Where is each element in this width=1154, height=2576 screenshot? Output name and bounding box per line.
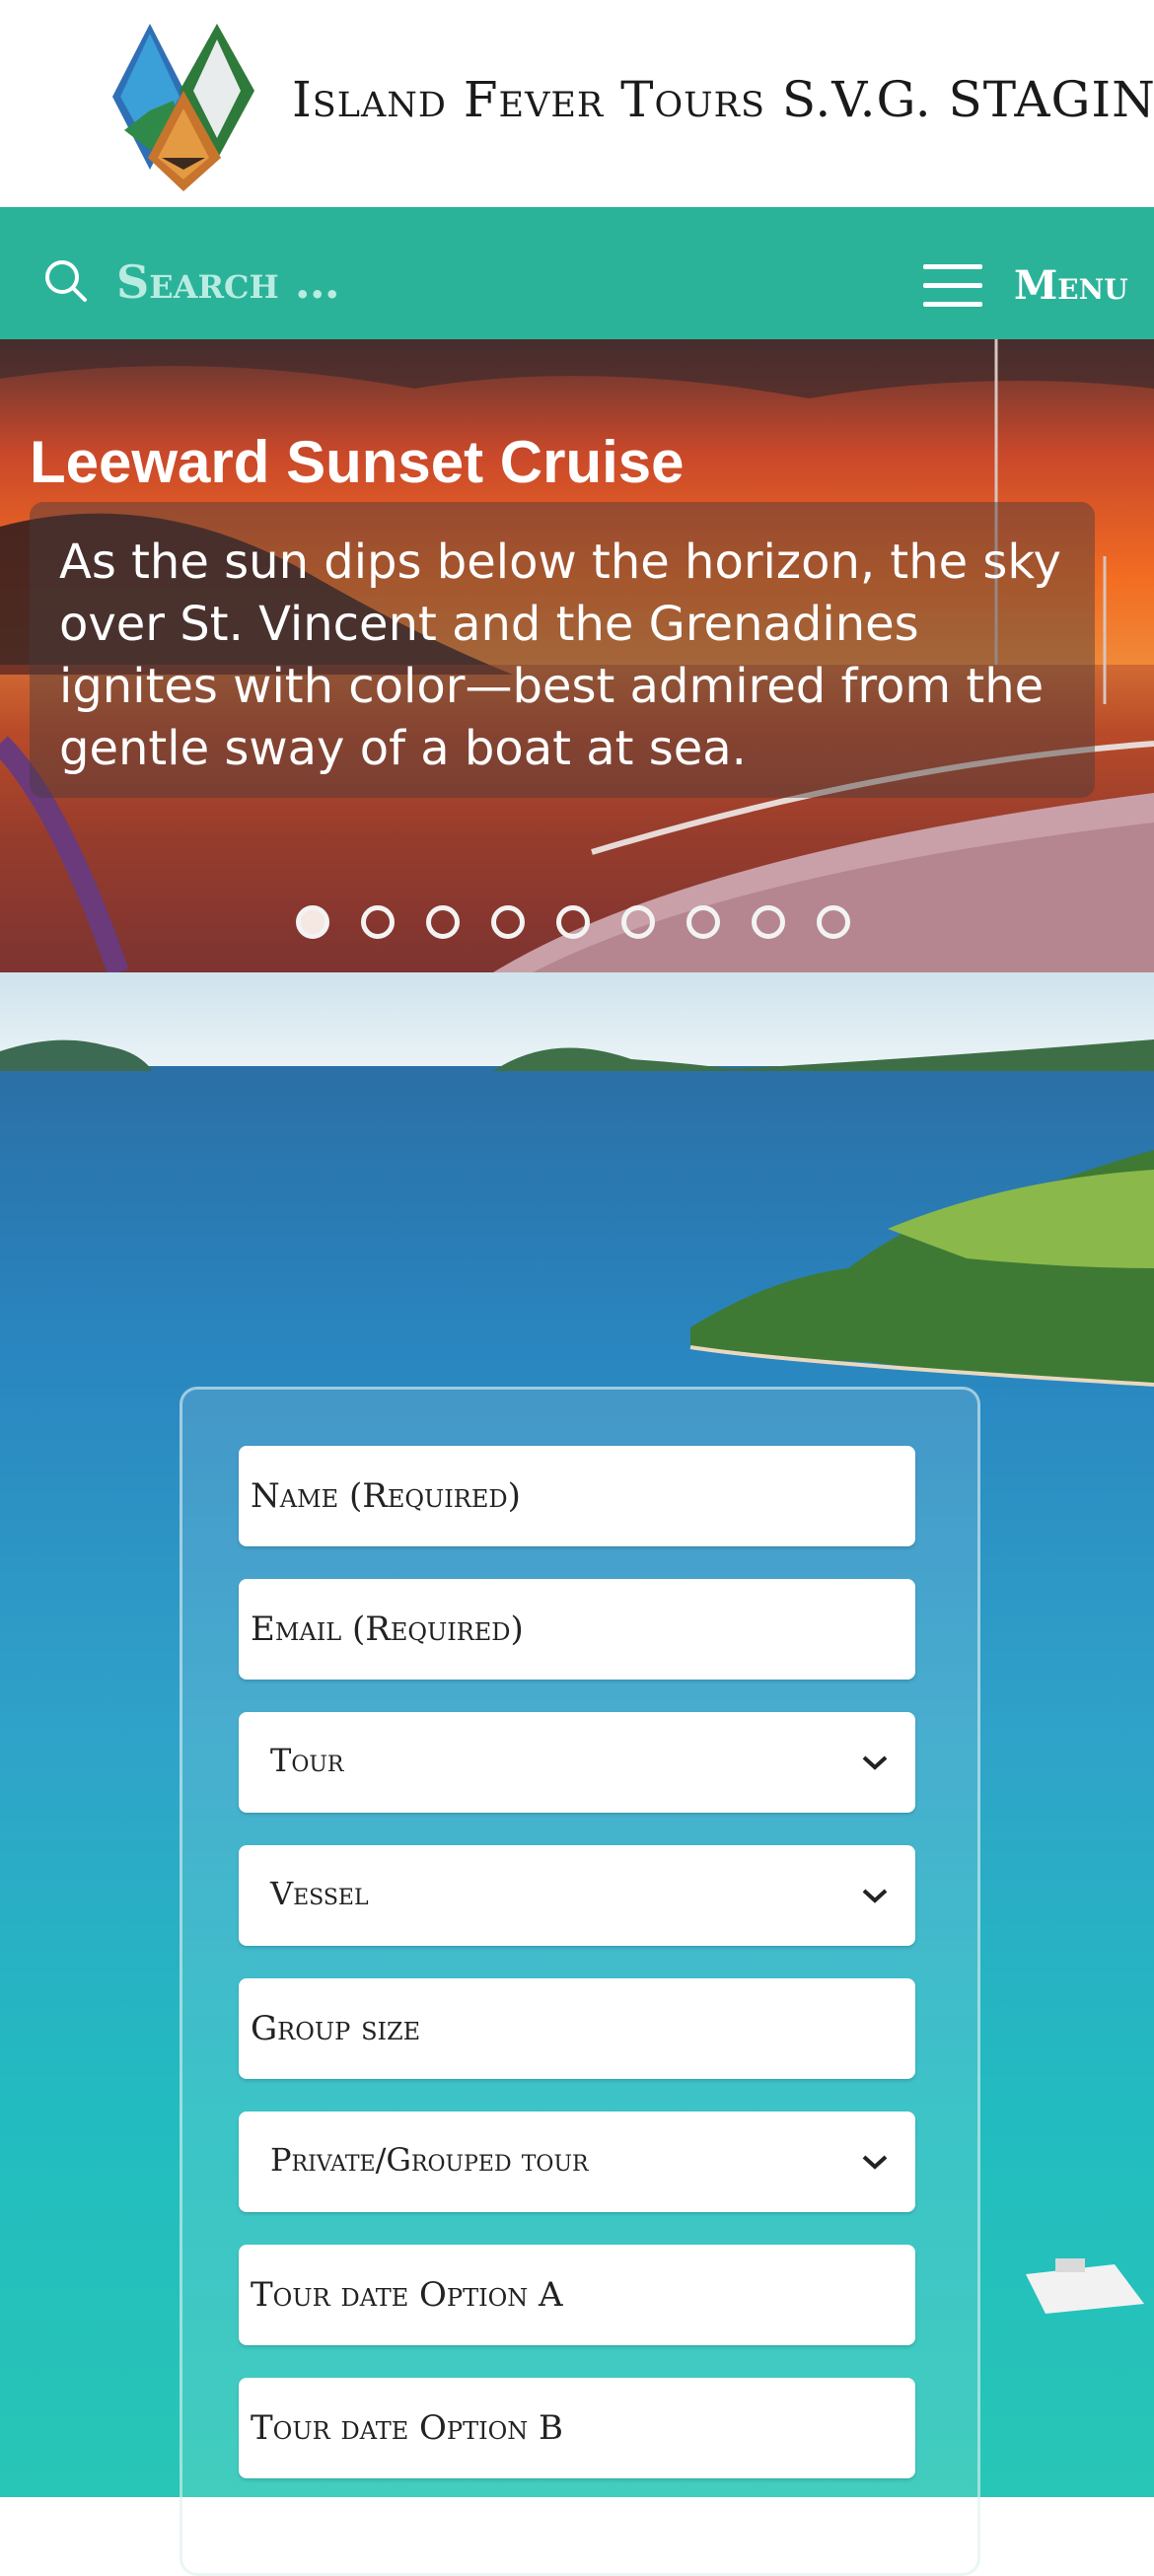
chevron-down-icon [862, 1889, 888, 1903]
tour-select[interactable]: Tour [239, 1712, 915, 1813]
slide-caption: As the sun dips below the horizon, the s… [59, 535, 1061, 776]
slide-caption-box: As the sun dips below the horizon, the s… [30, 502, 1095, 798]
tour-date-b-field-wrapper [239, 2378, 915, 2478]
site-logo-icon[interactable] [110, 22, 268, 191]
tour-date-a-field-wrapper [239, 2245, 915, 2345]
top-nav-bar: Menu [0, 207, 1154, 339]
slider-dot-5[interactable] [556, 905, 590, 939]
slider-dot-3[interactable] [426, 905, 460, 939]
slider-dot-4[interactable] [491, 905, 525, 939]
group-size-field[interactable] [239, 1978, 915, 2079]
vessel-select[interactable]: Vessel [239, 1845, 915, 1946]
slider-dot-8[interactable] [752, 905, 785, 939]
slider-dot-7[interactable] [686, 905, 720, 939]
tour-date-b-field[interactable] [239, 2378, 915, 2478]
group-size-field-wrapper [239, 1978, 915, 2079]
menu-button[interactable]: Menu [923, 260, 1128, 314]
slider-dot-2[interactable] [361, 905, 395, 939]
search-icon[interactable] [43, 258, 89, 304]
tour-date-a-field[interactable] [239, 2245, 915, 2345]
chevron-down-icon [862, 1755, 888, 1770]
hamburger-icon [923, 264, 982, 308]
slider-dot-6[interactable] [621, 905, 655, 939]
slider-pagination [296, 905, 868, 949]
tour-type-select-label: Private/Grouped tour [270, 2141, 589, 2179]
vessel-select-label: Vessel [270, 1875, 369, 1912]
search-input[interactable] [116, 252, 629, 312]
menu-label: Menu [1014, 262, 1128, 309]
name-field[interactable] [239, 1446, 915, 1546]
site-title[interactable]: Island Fever Tours S.V.G. STAGING [292, 71, 1154, 128]
chevron-down-icon [862, 2155, 888, 2170]
slider-dot-9[interactable] [817, 905, 850, 939]
slider-dot-1[interactable] [296, 905, 329, 939]
email-field[interactable] [239, 1579, 915, 1680]
tour-select-label: Tour [270, 1742, 344, 1779]
hero-slider[interactable]: Leeward Sunset Cruise As the sun dips be… [0, 339, 1154, 972]
name-field-wrapper [239, 1446, 915, 1546]
tour-type-select[interactable]: Private/Grouped tour [239, 2111, 915, 2212]
email-field-wrapper [239, 1579, 915, 1680]
slide-title[interactable]: Leeward Sunset Cruise [30, 428, 685, 496]
site-header: Island Fever Tours S.V.G. STAGING [0, 0, 1154, 207]
